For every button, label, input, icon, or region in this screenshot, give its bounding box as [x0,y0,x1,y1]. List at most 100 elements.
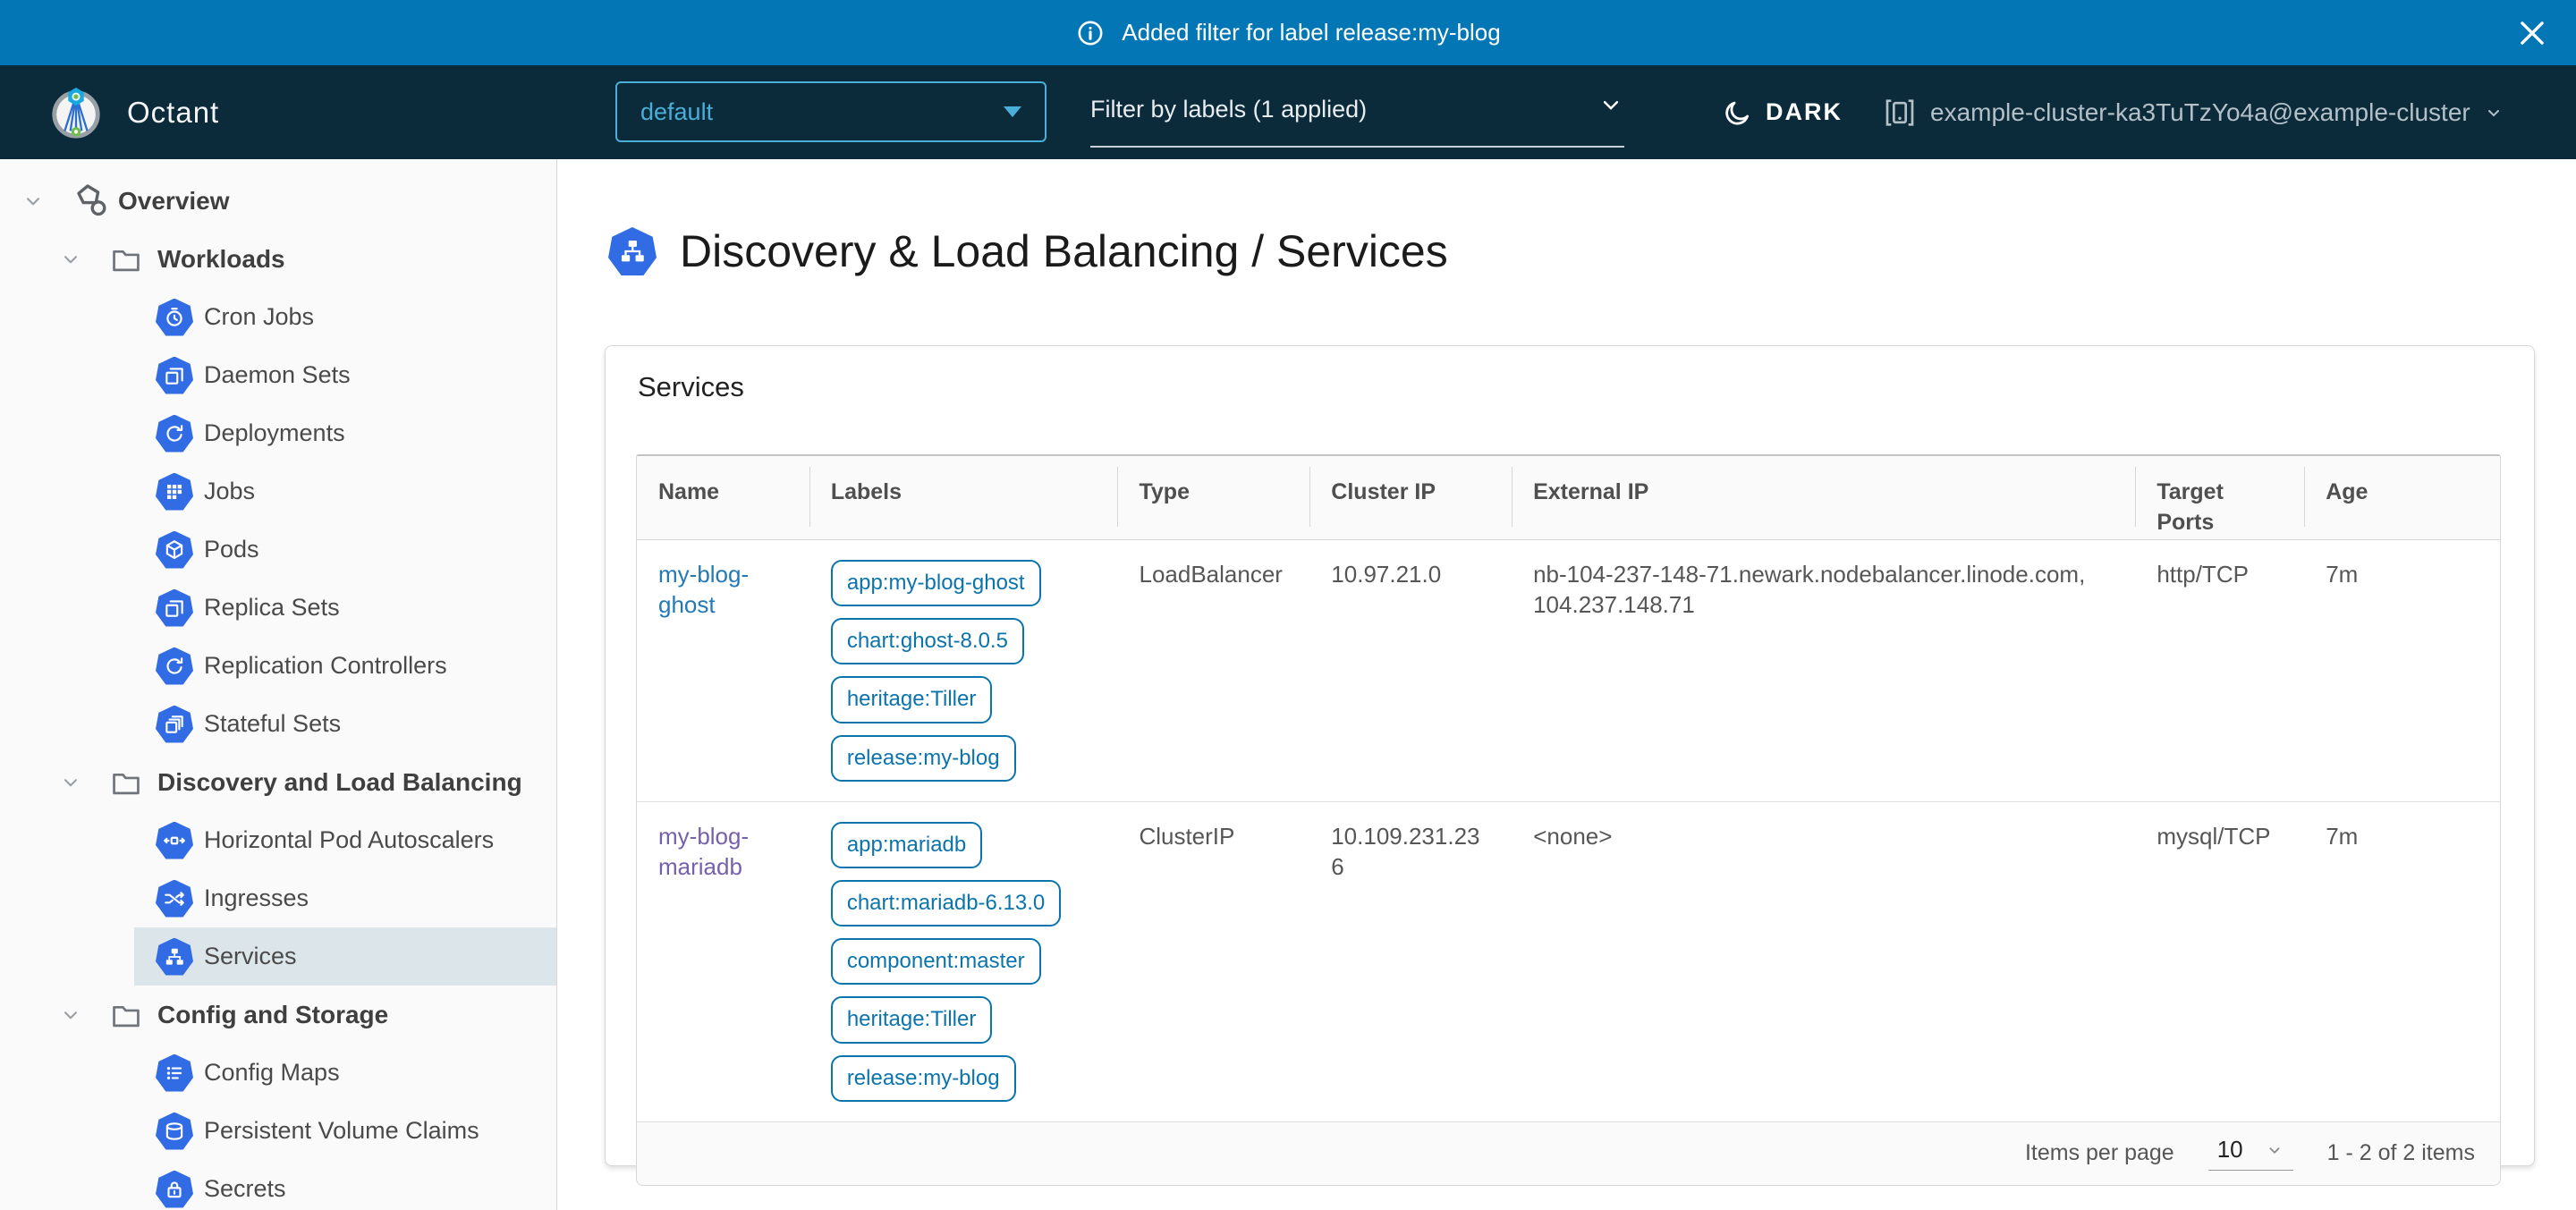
banner-close-icon[interactable] [2515,16,2549,50]
app-header: Octant default Filter by labels (1 appli… [0,65,2576,159]
sidebar-item-label: Replication Controllers [204,652,447,680]
sidebar-item-daemon-sets[interactable]: Daemon Sets [134,346,556,404]
services-icon [156,938,193,976]
sidebar-item-discovery-and-load-balancing[interactable]: Discovery and Load Balancing [0,753,556,811]
cell-target-ports: mysql/TCP [2135,802,2304,1121]
chevron-down-icon [1597,92,1624,119]
namespace-value: default [640,98,713,126]
sidebar-item-config-and-storage[interactable]: Config and Storage [0,986,556,1044]
page-title-row: Discovery & Load Balancing / Services [608,225,1448,277]
info-icon [1075,18,1106,48]
config-maps-icon [156,1054,193,1092]
sidebar-item-horizontal-pod-autoscalers[interactable]: Horizontal Pod Autoscalers [134,811,556,869]
sidebar-item-label: Cron Jobs [204,303,314,331]
items-per-page-label: Items per page [2025,1140,2174,1166]
sidebar-item-replica-sets[interactable]: Replica Sets [134,579,556,637]
sidebar-item-secrets[interactable]: Secrets [134,1160,556,1210]
pagination-range: 1 - 2 of 2 items [2327,1140,2475,1166]
replica-sets-icon [156,589,193,627]
sidebar-item-stateful-sets[interactable]: Stateful Sets [134,695,556,753]
persistent-volume-claims-icon [156,1113,193,1150]
sidebar-item-jobs[interactable]: Jobs [134,462,556,520]
banner-message: Added filter for label release:my-blog [1122,19,1500,47]
deployments-icon [156,415,193,453]
card-title: Services [638,371,2534,403]
label-chip: release:my-blog [831,735,1016,782]
replication-controllers-icon [156,647,193,685]
sidebar-item-label: Persistent Volume Claims [204,1117,479,1145]
chevron-down-icon[interactable] [59,248,82,271]
cell-cluster-ip: 10.109.231.236 [1309,802,1512,1121]
pods-icon [156,531,193,569]
sidebar-item-deployments[interactable]: Deployments [134,404,556,462]
sidebar-item-label: Horizontal Pod Autoscalers [204,826,494,854]
sidebar-item-ingresses[interactable]: Ingresses [134,869,556,927]
sidebar-item-label: Services [204,943,297,970]
jobs-icon [156,473,193,511]
services-card: Services NameLabelsTypeCluster IPExterna… [605,345,2535,1166]
items-per-page-value: 10 [2217,1136,2243,1163]
folder-icon [109,998,143,1032]
sidebar-item-label: Replica Sets [204,594,340,622]
cell-labels: app:my-blog-ghost chart:ghost-8.0.5 herita… [809,540,1118,801]
notification-banner: Added filter for label release:my-blog [0,0,2576,65]
cell-type: ClusterIP [1117,802,1309,1121]
cron-jobs-icon [156,299,193,336]
service-link[interactable]: my-blog-ghost [658,561,749,618]
caret-down-icon [1004,106,1021,117]
label-filter-text: Filter by labels (1 applied) [1090,92,1367,123]
cell-name: my-blog-ghost [637,540,809,801]
secrets-icon [156,1171,193,1208]
sidebar-item-overview[interactable]: Overview [0,172,556,230]
namespace-select[interactable]: default [615,81,1046,142]
horizontal-pod-autoscalers-icon [156,822,193,859]
label-chip: chart:mariadb-6.13.0 [831,880,1061,927]
label-chip: heritage:Tiller [831,676,993,723]
page-title: Discovery & Load Balancing / Services [680,225,1448,277]
sidebar-item-config-maps[interactable]: Config Maps [134,1044,556,1102]
header-actions: DARK example-cluster-ka3TuTzYo4a@example… [1723,65,2504,159]
column-header-age: Age [2304,456,2500,539]
cell-age: 7m [2304,540,2500,801]
sidebar-item-label: Workloads [157,245,285,274]
sidebar: Overview Workloads Cron Jobs Daemon Sets Dep… [0,159,557,1210]
column-header-labels: Labels [809,456,1118,539]
sidebar-item-services[interactable]: Services [134,927,556,986]
theme-toggle-button[interactable]: DARK [1723,97,1843,128]
items-per-page-select[interactable]: 10 [2208,1136,2293,1171]
label-chip: release:my-blog [831,1055,1016,1102]
stateful-sets-icon [156,706,193,743]
services-table: NameLabelsTypeCluster IPExternal IPTarge… [636,454,2501,1186]
context-value: example-cluster-ka3TuTzYo4a@example-clus… [1930,98,2470,127]
cell-cluster-ip: 10.97.21.0 [1309,540,1512,801]
cell-name: my-blog-mariadb [637,802,809,1121]
sidebar-item-persistent-volume-claims[interactable]: Persistent Volume Claims [134,1102,556,1160]
column-header-name: Name [637,456,809,539]
sidebar-item-label: Deployments [204,419,345,447]
label-filter-input[interactable]: Filter by labels (1 applied) [1090,92,1624,148]
sidebar-item-pods[interactable]: Pods [134,520,556,579]
column-header-type: Type [1117,456,1309,539]
service-link[interactable]: my-blog-mariadb [658,823,749,880]
folder-icon [109,766,143,800]
chevron-down-icon[interactable] [59,1003,82,1027]
chevron-down-icon[interactable] [21,190,45,213]
context-selector[interactable]: example-cluster-ka3TuTzYo4a@example-clus… [1882,95,2504,131]
chevron-down-icon[interactable] [59,771,82,794]
cell-external-ip: <none> [1512,802,2135,1121]
sidebar-item-cron-jobs[interactable]: Cron Jobs [134,288,556,346]
table-row: my-blog-ghost app:my-blog-ghost chart:ghos… [637,540,2500,802]
column-header-external-ip: External IP [1512,456,2135,539]
sidebar-item-label: Daemon Sets [204,361,351,389]
services-page-icon [608,227,657,275]
daemon-sets-icon [156,357,193,394]
sidebar-item-replication-controllers[interactable]: Replication Controllers [134,637,556,695]
table-header-row: NameLabelsTypeCluster IPExternal IPTarge… [637,456,2500,540]
sidebar-item-workloads[interactable]: Workloads [0,230,556,288]
label-chip: chart:ghost-8.0.5 [831,618,1024,664]
column-header-cluster-ip: Cluster IP [1309,456,1512,539]
label-chip: app:my-blog-ghost [831,560,1041,606]
sidebar-item-label: Config Maps [204,1059,340,1087]
octant-app: Added filter for label release:my-blog O… [0,0,2576,1210]
cell-type: LoadBalancer [1117,540,1309,801]
